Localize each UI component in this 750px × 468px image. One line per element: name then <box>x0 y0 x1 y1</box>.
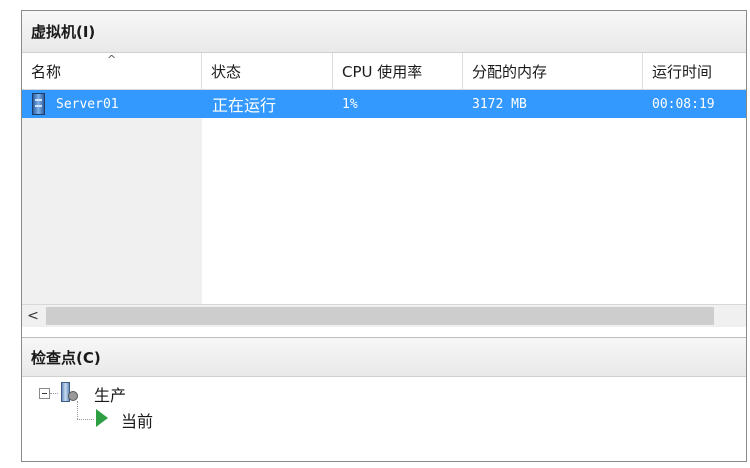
checkpoint-tree: 生产 当前 <box>22 377 746 461</box>
hyperv-manager-panel: 虚拟机(I) 名称 ^ 状态 CPU 使用率 分配的内存 运行时间 Server… <box>21 10 747 462</box>
column-header-cpu[interactable]: CPU 使用率 <box>333 53 463 89</box>
tree-connector-vertical <box>77 401 78 419</box>
vm-uptime: 00:08:19 <box>652 96 715 112</box>
checkpoint-item-current[interactable]: 当前 <box>121 408 153 432</box>
vm-column-header-row: 名称 ^ 状态 CPU 使用率 分配的内存 运行时间 <box>22 53 746 90</box>
collapse-expander-icon[interactable] <box>39 388 50 399</box>
vm-section-header: 虚拟机(I) <box>22 11 746 53</box>
name-column-background <box>22 90 202 304</box>
horizontal-scrollbar[interactable]: < <box>22 304 746 327</box>
vm-section-title: 虚拟机(I) <box>31 23 96 41</box>
play-icon <box>96 409 108 427</box>
checkpoint-item-production[interactable]: 生产 <box>94 382 126 406</box>
column-header-name[interactable]: 名称 ^ <box>22 53 202 89</box>
vm-list: Server01 正在运行 1% 3172 MB 00:08:19 <box>22 90 746 304</box>
server-icon <box>32 93 45 115</box>
tree-connector-child <box>77 419 94 420</box>
vm-assigned-memory: 3172 MB <box>472 96 527 112</box>
scrollbar-thumb[interactable] <box>46 307 714 325</box>
tree-connector <box>50 393 58 394</box>
column-header-memory[interactable]: 分配的内存 <box>463 53 643 89</box>
vm-cpu-usage: 1% <box>342 96 358 112</box>
scroll-left-arrow-icon[interactable]: < <box>22 305 44 327</box>
vm-name: Server01 <box>56 96 119 112</box>
vm-status: 正在运行 <box>212 96 277 115</box>
vm-row-server01[interactable]: Server01 正在运行 1% 3172 MB 00:08:19 <box>22 90 746 118</box>
column-header-uptime[interactable]: 运行时间 <box>643 53 748 89</box>
checkpoint-section-title: 检查点(C) <box>31 348 101 367</box>
sort-ascending-icon: ^ <box>107 53 117 66</box>
checkpoint-section-header: 检查点(C) <box>22 337 746 377</box>
checkpoint-server-icon <box>60 382 78 404</box>
column-header-status[interactable]: 状态 <box>202 53 333 89</box>
